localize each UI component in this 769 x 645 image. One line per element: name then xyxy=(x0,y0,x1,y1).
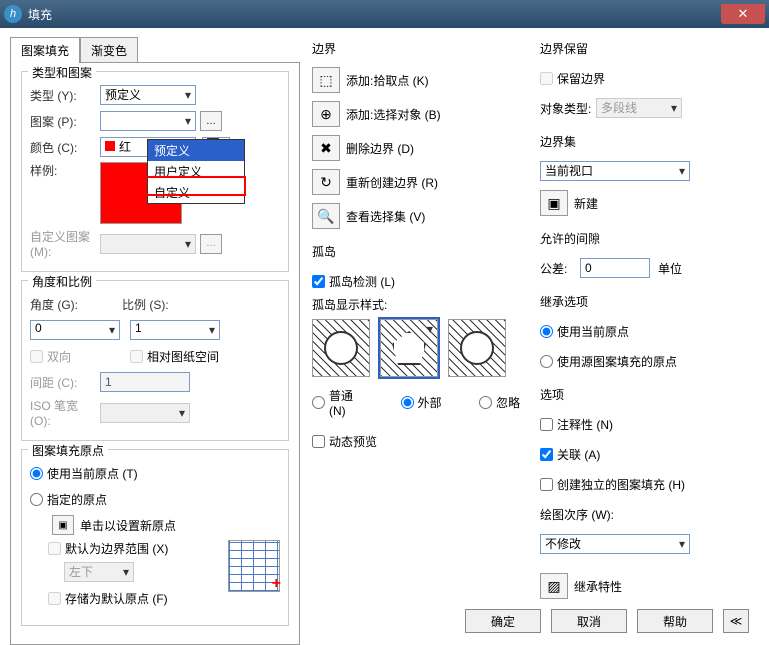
dropdown-option-custom[interactable]: 自定义 xyxy=(148,182,244,203)
angle-label: 角度 (G): xyxy=(30,296,100,313)
dropdown-option-predefined[interactable]: 预定义 xyxy=(148,140,244,161)
store-default-checkbox: 存储为默认原点 (F) xyxy=(48,587,228,609)
view-selection-label: 查看选择集 (V) xyxy=(346,208,425,225)
iso-select xyxy=(100,403,190,423)
island-outer[interactable] xyxy=(380,319,438,377)
boundset-new-label: 新建 xyxy=(574,195,598,212)
tab-gradient[interactable]: 渐变色 xyxy=(80,37,138,63)
pattern-select[interactable] xyxy=(100,111,196,131)
window-title: 填充 xyxy=(28,6,721,23)
annotative-checkbox[interactable]: 注释性 (N) xyxy=(540,413,740,435)
spacing-input xyxy=(100,372,190,392)
spacing-label: 间距 (C): xyxy=(30,374,100,391)
objtype-label: 对象类型: xyxy=(540,100,596,117)
origin-pos-select: 左下 xyxy=(64,562,134,582)
recreate-boundary-label: 重新创建边界 (R) xyxy=(346,174,438,191)
scale-select[interactable]: 1 xyxy=(130,320,220,340)
cancel-button[interactable]: 取消 xyxy=(551,609,627,633)
close-button[interactable]: ✕ xyxy=(721,4,765,24)
boundset-new-button: ▣ xyxy=(540,190,568,216)
custom-browse-button: … xyxy=(200,234,222,254)
islands-title: 孤岛 xyxy=(312,243,530,260)
sample-label: 样例: xyxy=(30,162,100,179)
tab-pattern[interactable]: 图案填充 xyxy=(10,37,80,63)
custom-pattern-select xyxy=(100,234,196,254)
gap-title: 允许的间隙 xyxy=(540,230,740,247)
pattern-browse-button[interactable]: … xyxy=(200,111,222,131)
inherit-title: 继承选项 xyxy=(540,293,740,310)
tol-input[interactable] xyxy=(580,258,650,278)
type-select[interactable]: 预定义 xyxy=(100,85,196,105)
add-select-button[interactable]: ⊕ xyxy=(312,101,340,127)
draworder-select[interactable]: 不修改 xyxy=(540,534,690,554)
island-normal[interactable] xyxy=(312,319,370,377)
pattern-label: 图案 (P): xyxy=(30,113,100,130)
tol-label: 公差: xyxy=(540,260,580,277)
dropdown-option-user[interactable]: 用户定义 xyxy=(148,161,244,182)
iso-label: ISO 笔宽 (O): xyxy=(30,397,100,428)
app-icon: h xyxy=(4,5,22,23)
view-selection-button[interactable]: 🔍 xyxy=(312,203,340,229)
island-ignore[interactable] xyxy=(448,319,506,377)
island-style-label: 孤岛显示样式: xyxy=(312,296,530,313)
origin-preview xyxy=(228,540,280,592)
inherit-props-button[interactable]: ▨ xyxy=(540,573,568,599)
ok-button[interactable]: 确定 xyxy=(465,609,541,633)
set-origin-label: 单击以设置新原点 xyxy=(80,517,176,534)
add-pick-label: 添加:拾取点 (K) xyxy=(346,72,429,89)
color-label: 颜色 (C): xyxy=(30,139,100,156)
double-checkbox: 双向 xyxy=(30,348,100,365)
separate-checkbox[interactable]: 创建独立的图案填充 (H) xyxy=(540,473,740,495)
type-legend: 类型和图案 xyxy=(28,64,96,81)
origin-legend: 图案填充原点 xyxy=(28,442,108,459)
custom-pattern-label: 自定义图案 (M): xyxy=(30,228,100,259)
tol-unit: 单位 xyxy=(658,260,682,277)
island-normal-radio[interactable]: 普通 (N) xyxy=(312,387,373,418)
angle-select[interactable]: 0 xyxy=(30,320,120,340)
scale-label: 比例 (S): xyxy=(122,296,192,313)
options-title: 选项 xyxy=(540,386,740,403)
draworder-label: 绘图次序 (W): xyxy=(540,506,614,523)
dynamic-preview-checkbox[interactable]: 动态预览 xyxy=(312,430,530,452)
bound-retain-title: 边界保留 xyxy=(540,40,740,57)
assoc-checkbox[interactable]: 关联 (A) xyxy=(540,443,740,465)
island-ignore-radio[interactable]: 忽略 xyxy=(469,387,530,418)
set-origin-button: ▣ xyxy=(52,515,74,535)
relpaper-checkbox: 相对图纸空间 xyxy=(130,348,219,365)
objtype-select: 多段线 xyxy=(596,98,682,118)
origin-specified-radio[interactable]: 指定的原点 xyxy=(30,488,280,510)
retain-boundary-checkbox: 保留边界 xyxy=(540,67,740,89)
help-button[interactable]: 帮助 xyxy=(637,609,713,633)
recreate-boundary-button[interactable]: ↻ xyxy=(312,169,340,195)
type-dropdown[interactable]: 预定义 用户定义 自定义 xyxy=(147,139,245,204)
remove-boundary-button[interactable]: ✖ xyxy=(312,135,340,161)
inherit-current-radio[interactable]: 使用当前原点 xyxy=(540,320,740,342)
add-pick-button[interactable]: ⬚ xyxy=(312,67,340,93)
boundset-title: 边界集 xyxy=(540,133,740,150)
inherit-source-radio[interactable]: 使用源图案填充的原点 xyxy=(540,350,740,372)
type-label: 类型 (Y): xyxy=(30,87,100,104)
title-bar: h 填充 ✕ xyxy=(0,0,769,28)
default-bound-checkbox: 默认为边界范围 (X) xyxy=(48,540,228,557)
island-outer-radio[interactable]: 外部 xyxy=(391,387,452,418)
angle-legend: 角度和比例 xyxy=(28,273,96,290)
island-detect-checkbox[interactable]: 孤岛检测 (L) xyxy=(312,270,530,292)
boundset-select[interactable]: 当前视口 xyxy=(540,161,690,181)
add-select-label: 添加:选择对象 (B) xyxy=(346,106,441,123)
inherit-props-label: 继承特性 xyxy=(574,578,622,595)
origin-current-radio[interactable]: 使用当前原点 (T) xyxy=(30,462,280,484)
boundary-title: 边界 xyxy=(312,40,530,57)
remove-boundary-label: 删除边界 (D) xyxy=(346,140,414,157)
collapse-button[interactable]: ≪ xyxy=(723,609,749,633)
